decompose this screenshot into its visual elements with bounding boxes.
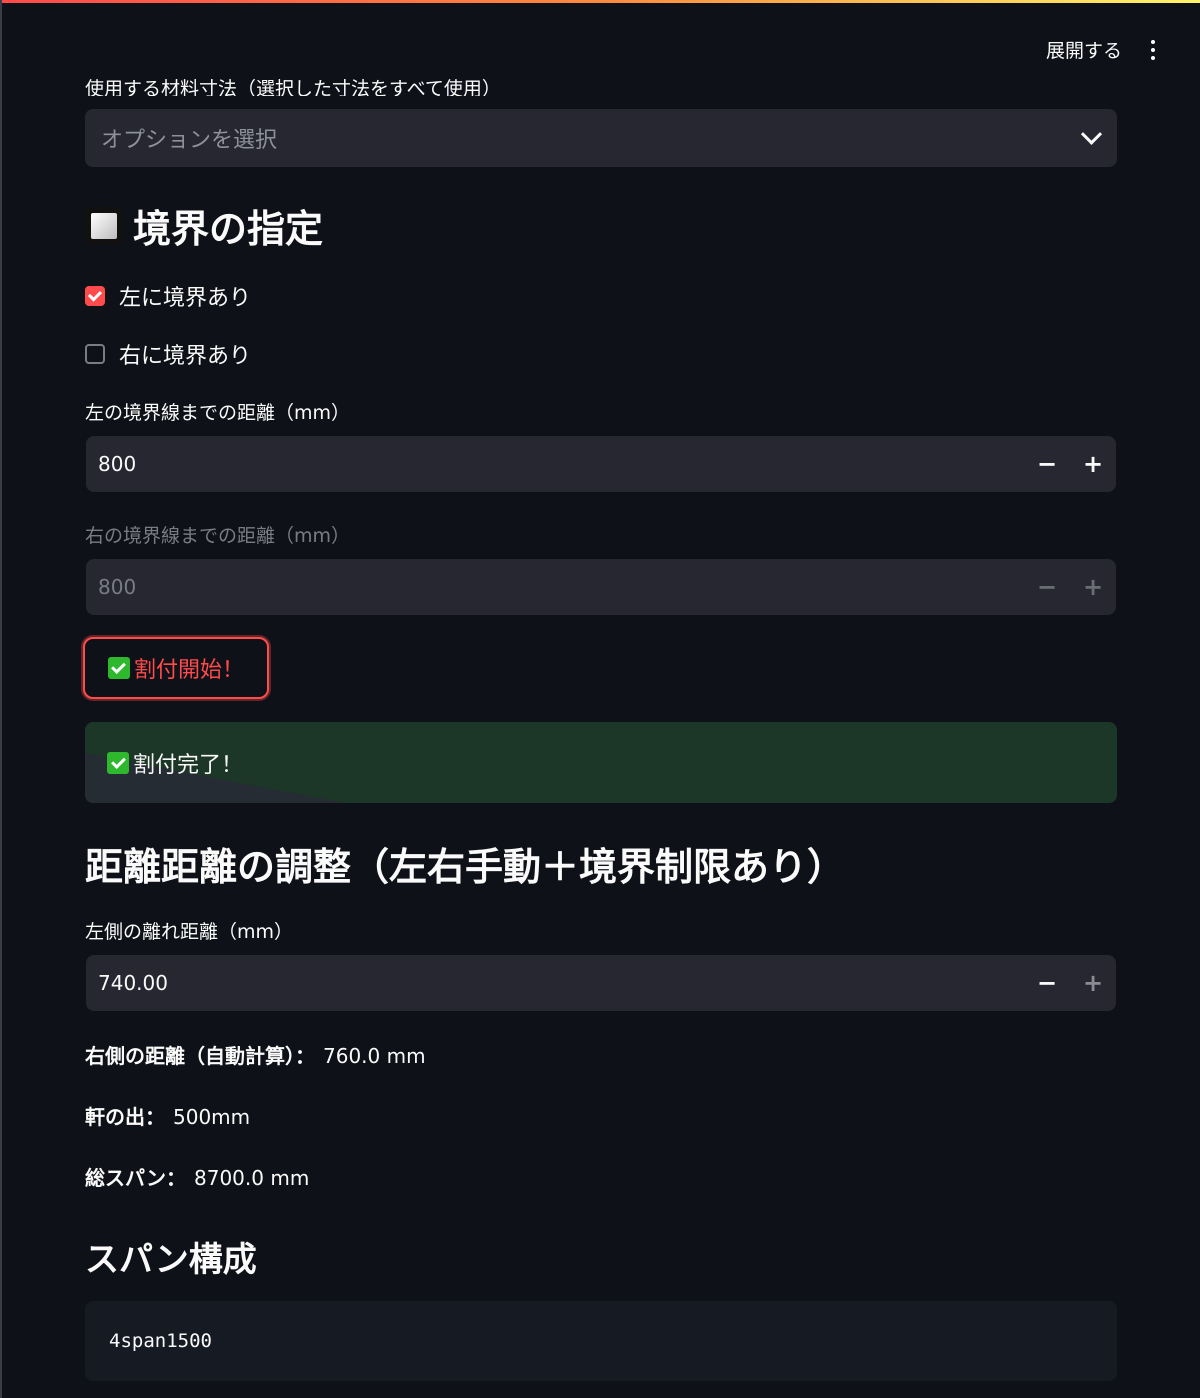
span-heading: スパン構成: [85, 1240, 257, 1280]
left-gap-label: 左側の離れ距離（mm）: [85, 921, 294, 943]
material-select-label: 使用する材料寸法（選択した寸法をすべて使用）: [85, 78, 501, 96]
right-boundary-label: 右に境界あり: [119, 344, 252, 369]
checkbox-checked-icon[interactable]: [85, 286, 105, 306]
increment-button-disabled: +: [1082, 573, 1104, 601]
span-code-block: 4span1500: [85, 1301, 1117, 1381]
left-gap-value[interactable]: 740.00: [98, 971, 168, 995]
increment-button[interactable]: +: [1070, 436, 1116, 492]
check-mark-icon: [107, 751, 129, 774]
white-square-icon: [85, 206, 123, 245]
check-mark-icon: [107, 657, 130, 679]
material-multiselect[interactable]: オプションを選択: [85, 109, 1117, 167]
checkbox-unchecked-icon[interactable]: [85, 344, 105, 364]
window-edge: [0, 0, 2, 1398]
boundary-heading: 境界の指定: [85, 198, 323, 253]
total-span: 総スパン： 8700.0 mm: [85, 1166, 310, 1190]
success-message: 割付完了！: [133, 752, 244, 778]
left-distance-input[interactable]: 800 − +: [86, 436, 1116, 492]
decrement-button[interactable]: −: [1024, 436, 1070, 492]
expand-button[interactable]: 展開する: [1046, 36, 1122, 63]
eave-overhang: 軒の出： 500mm: [85, 1105, 251, 1129]
left-gap-input[interactable]: 740.00 − +: [86, 955, 1116, 1011]
select-placeholder: オプションを選択: [101, 128, 278, 153]
chevron-down-icon: [1080, 123, 1103, 145]
left-boundary-checkbox[interactable]: 左に境界あり: [85, 280, 251, 312]
right-auto-distance: 右側の距離（自動計算）： 760.0 mm: [85, 1044, 426, 1068]
right-boundary-checkbox[interactable]: 右に境界あり: [85, 338, 251, 370]
top-decoration-bar: [0, 0, 1200, 3]
right-distance-value: 800: [98, 575, 137, 599]
right-distance-label: 右の境界線までの距離（mm）: [85, 525, 351, 547]
distance-heading: 距離距離の調整（左右手動＋境界制限あり）: [85, 845, 846, 889]
start-layout-button[interactable]: 割付開始！: [83, 637, 269, 699]
decrement-button-disabled: −: [1036, 573, 1058, 601]
left-boundary-label: 左に境界あり: [119, 286, 252, 311]
start-layout-label: 割付開始！: [133, 658, 244, 683]
left-distance-value[interactable]: 800: [98, 452, 136, 476]
span-code: 4span1500: [109, 1330, 212, 1352]
decrement-button[interactable]: −: [1024, 955, 1070, 1011]
success-alert: 割付完了！: [85, 722, 1117, 803]
right-distance-input: 800 − +: [86, 559, 1116, 615]
more-menu-icon[interactable]: [1144, 37, 1162, 63]
increment-button[interactable]: +: [1070, 955, 1116, 1011]
header-actions: 展開する: [1046, 36, 1162, 63]
left-distance-label: 左の境界線までの距離（mm）: [85, 402, 351, 424]
